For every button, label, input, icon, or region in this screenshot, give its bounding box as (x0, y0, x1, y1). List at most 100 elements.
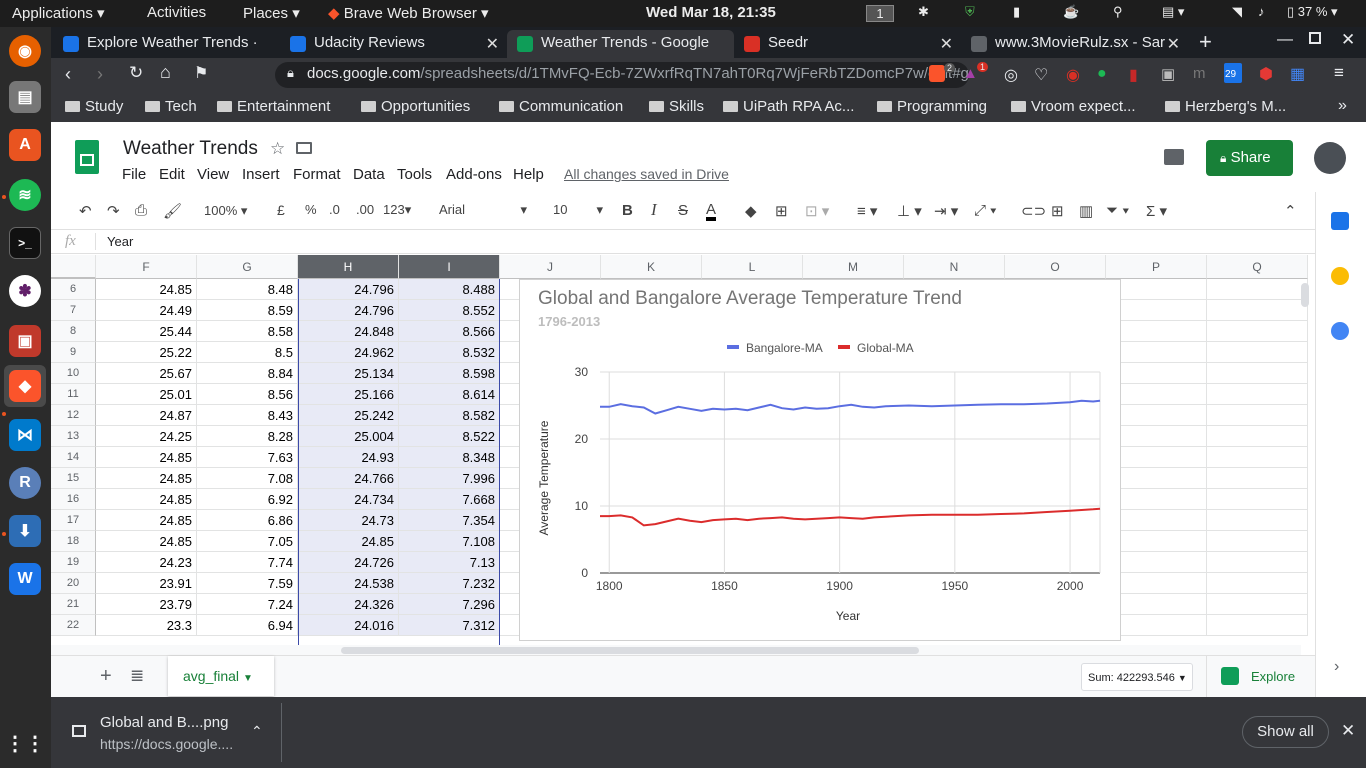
cell-empty[interactable] (1207, 468, 1308, 489)
browser-menu-icon[interactable]: ≡ (1334, 63, 1344, 83)
cell-g[interactable]: 6.86 (197, 510, 298, 531)
activities-button[interactable]: Activities (147, 4, 206, 21)
read-later-icon[interactable]: ▮ (1129, 65, 1138, 85)
cell-empty[interactable] (1207, 363, 1308, 384)
vscode-icon[interactable]: ⋈ (9, 419, 41, 451)
menu-edit[interactable]: Edit (159, 166, 185, 183)
column-header-o[interactable]: O (1005, 255, 1106, 279)
shield-icon[interactable]: ⛨ (965, 4, 975, 20)
menu-tools[interactable]: Tools (397, 166, 432, 183)
vertical-scrollbar[interactable] (1301, 283, 1309, 307)
cell-i[interactable]: 8.582 (399, 405, 500, 426)
column-header-k[interactable]: K (601, 255, 702, 279)
clock[interactable]: Wed Mar 18, 21:35 (646, 4, 776, 21)
column-header-p[interactable]: P (1106, 255, 1207, 279)
file-cabinet-icon[interactable]: ▤ (9, 81, 41, 113)
bold-icon[interactable]: B (622, 202, 633, 219)
comments-icon[interactable] (1164, 149, 1184, 165)
cell-empty[interactable] (1207, 489, 1308, 510)
currency-format-button[interactable]: £ (277, 202, 285, 218)
column-header-f[interactable]: F (96, 255, 197, 279)
battery-indicator[interactable]: ▯ 37 % ▾ (1287, 4, 1338, 20)
cell-empty[interactable] (1106, 615, 1207, 636)
cell-g[interactable]: 8.58 (197, 321, 298, 342)
cell-h[interactable]: 24.73 (298, 510, 399, 531)
cell-h[interactable]: 24.326 (298, 594, 399, 615)
cell-empty[interactable] (1106, 363, 1207, 384)
zoom-select[interactable]: 100% ▾ (204, 203, 247, 219)
cell-empty[interactable] (1106, 279, 1207, 300)
cell-i[interactable]: 7.232 (399, 573, 500, 594)
column-header-l[interactable]: L (702, 255, 803, 279)
bookmark-study[interactable]: Study (65, 98, 123, 115)
cell-g[interactable]: 8.59 (197, 300, 298, 321)
cell-f[interactable]: 23.79 (96, 594, 197, 615)
cell-f[interactable]: 24.85 (96, 279, 197, 300)
column-header-n[interactable]: N (904, 255, 1005, 279)
horizontal-scrollbar[interactable] (341, 647, 919, 654)
sum-summary[interactable]: Sum: 422293.546 ▼ (1081, 663, 1193, 691)
show-all-button[interactable]: Show all (1242, 716, 1329, 748)
owl-extension-icon[interactable]: ◎ (1004, 65, 1018, 85)
cell-empty[interactable] (1106, 342, 1207, 363)
percent-format-button[interactable]: % (305, 202, 317, 217)
cell-f[interactable]: 24.25 (96, 426, 197, 447)
sheet-tab-avg-final[interactable]: avg_final ▼ (168, 656, 274, 696)
row-header[interactable]: 17 (51, 510, 96, 531)
text-color-icon[interactable]: A (706, 202, 717, 221)
cell-g[interactable]: 8.84 (197, 363, 298, 384)
cell-f[interactable]: 24.49 (96, 300, 197, 321)
cell-empty[interactable] (1207, 552, 1308, 573)
cell-g[interactable]: 7.59 (197, 573, 298, 594)
cell-empty[interactable] (1207, 447, 1308, 468)
move-folder-icon[interactable] (296, 142, 312, 154)
cell-empty[interactable] (1207, 405, 1308, 426)
tab-udacity-reviews[interactable]: Udacity Reviews ✕ (280, 30, 507, 58)
brave-shields-icon[interactable] (929, 65, 945, 82)
cell-empty[interactable] (1106, 426, 1207, 447)
filter-icon[interactable]: ⏷ ▾ (1106, 202, 1130, 219)
cell-h[interactable]: 24.85 (298, 531, 399, 552)
share-button[interactable]: 🔒︎ Share (1206, 140, 1293, 176)
row-header[interactable]: 16 (51, 489, 96, 510)
minimize-window-button[interactable]: — (1277, 31, 1293, 49)
cell-empty[interactable] (1106, 552, 1207, 573)
column-header-q[interactable]: Q (1207, 255, 1308, 279)
cell-empty[interactable] (1106, 531, 1207, 552)
collapse-toolbar-icon[interactable]: ⌃ (1284, 202, 1297, 220)
cell-h[interactable]: 24.962 (298, 342, 399, 363)
paint-format-icon[interactable]: 🖌︎ (163, 202, 182, 220)
accessibility-icon[interactable]: ⚲ (1113, 4, 1123, 20)
spotify-icon[interactable]: ≋ (9, 179, 41, 211)
slack-icon[interactable]: ✽ (9, 275, 41, 307)
grammarly-icon[interactable]: ● (1097, 65, 1107, 83)
italic-icon[interactable]: I (651, 200, 657, 220)
cell-empty[interactable] (1106, 384, 1207, 405)
seedr-extension-icon[interactable]: ◉ (1066, 65, 1080, 85)
cell-i[interactable]: 8.488 (399, 279, 500, 300)
bookmark-skills[interactable]: Skills (649, 98, 704, 115)
save-status[interactable]: All changes saved in Drive (564, 166, 729, 182)
cell-h[interactable]: 25.242 (298, 405, 399, 426)
print-icon[interactable]: ⎙ (135, 202, 147, 219)
cell-empty[interactable] (1207, 321, 1308, 342)
archive-icon[interactable]: ▣ (9, 325, 41, 357)
more-bookmarks-icon[interactable]: » (1338, 97, 1347, 115)
avatar[interactable] (1314, 142, 1346, 174)
explore-button[interactable]: Explore (1206, 656, 1315, 698)
downloader-icon[interactable]: ⬇ (9, 515, 41, 547)
column-header-g[interactable]: G (197, 255, 298, 279)
tasks-icon[interactable] (1331, 322, 1349, 340)
cell-empty[interactable] (1207, 342, 1308, 363)
insert-comment-icon[interactable]: ⊞ (1051, 202, 1064, 220)
r-studio-icon[interactable]: R (9, 467, 41, 499)
menu-data[interactable]: Data (353, 166, 385, 183)
cell-empty[interactable] (1207, 510, 1308, 531)
column-header-i[interactable]: I (399, 255, 500, 279)
cell-i[interactable]: 8.522 (399, 426, 500, 447)
brave-icon[interactable]: ◆ (9, 370, 41, 402)
menu-help[interactable]: Help (513, 166, 544, 183)
cell-i[interactable]: 7.108 (399, 531, 500, 552)
pocket-icon[interactable]: ♡ (1034, 65, 1048, 85)
row-header[interactable]: 7 (51, 300, 96, 321)
